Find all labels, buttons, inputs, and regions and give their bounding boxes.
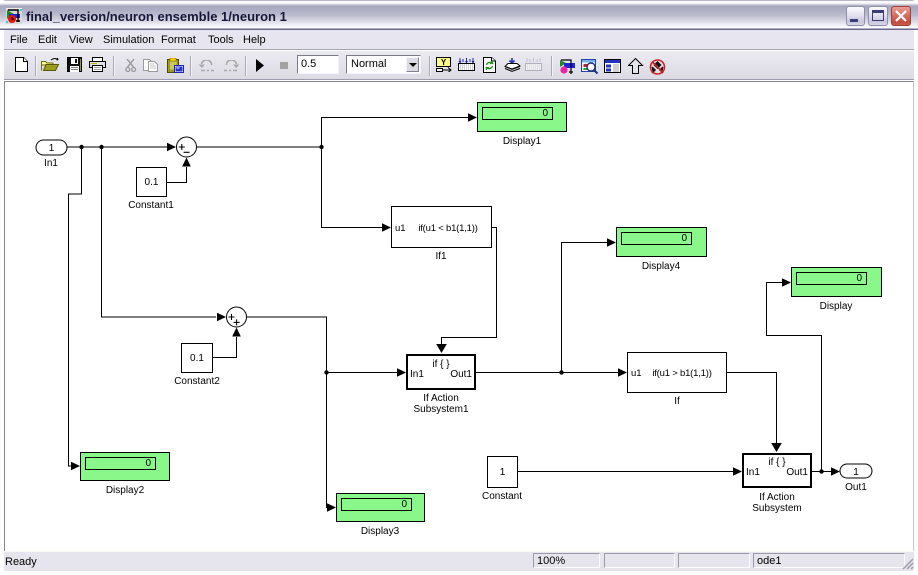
svg-text:Y: Y <box>441 58 447 67</box>
